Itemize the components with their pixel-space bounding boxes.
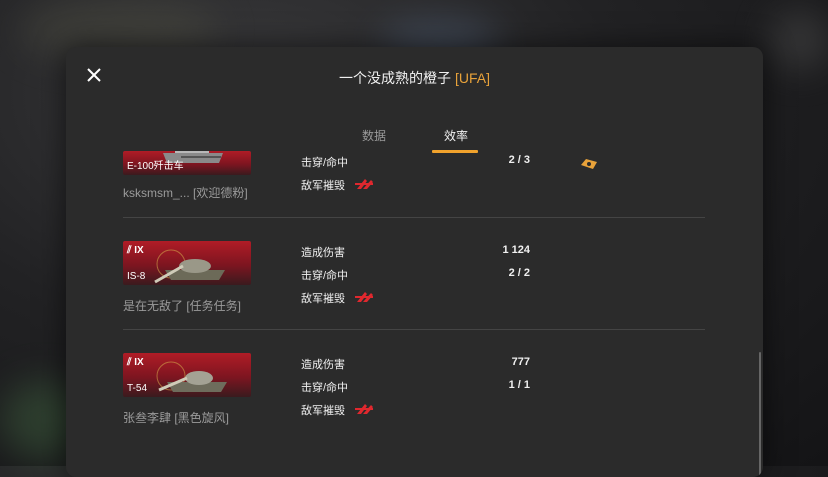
scrollbar[interactable]	[759, 352, 761, 477]
stat-value: 1 124	[502, 244, 530, 256]
tab-efficiency[interactable]: 效率	[444, 127, 468, 144]
stat-label: 击穿/命中	[301, 270, 349, 282]
clan-tag: [UFA]	[454, 70, 490, 86]
tank-image	[154, 249, 225, 284]
destroyed-icon	[355, 179, 373, 189]
battle-results-panel: 一个没成熟的橙子 [UFA] 数据 效率 E-100歼击车 ksksmsm_...…	[66, 47, 763, 477]
tank-card: ⫽ IX T-54	[123, 353, 251, 397]
medal-badge-icon	[581, 159, 597, 169]
stat-label: 敌军摧毁	[301, 405, 345, 417]
stat-value: 777	[511, 356, 530, 368]
background-blob	[770, 10, 828, 70]
stat-label: 击穿/命中	[301, 382, 349, 394]
tank-name: T-54	[127, 383, 148, 394]
list-item: E-100歼击车 ksksmsm_... [欢迎德粉] 击穿/命中 2 / 3 …	[123, 151, 705, 241]
tank-card: E-100歼击车	[123, 151, 251, 175]
results-list[interactable]: E-100歼击车 ksksmsm_... [欢迎德粉] 击穿/命中 2 / 3 …	[66, 151, 763, 477]
tank-tier: ⫽ IX	[127, 245, 144, 256]
tab-data[interactable]: 数据	[362, 127, 386, 144]
player-name: 张叁李肆 [黑色旋风]	[123, 411, 230, 425]
stat-value: 2 / 2	[508, 267, 530, 279]
tier-icon: ⫽	[127, 245, 132, 256]
tank-image	[156, 361, 227, 392]
stat-value: 2 / 3	[508, 154, 530, 166]
player-name: 一个没成熟的橙子	[338, 70, 451, 86]
player-name: ksksmsm_... [欢迎德粉]	[123, 186, 248, 200]
page-title: 一个没成熟的橙子 [UFA]	[66, 68, 763, 88]
tier-icon: ⫽	[127, 357, 132, 368]
tank-tier: ⫽ IX	[127, 357, 144, 368]
tank-card: ⫽ IX IS-8	[123, 241, 251, 285]
list-item: ⫽ IX T-54 张叁李肆 [黑色旋风] 造成伤害 777 击穿/命中 1 /…	[123, 353, 705, 465]
stat-label: 敌军摧毁	[301, 293, 345, 305]
stat-label: 造成伤害	[301, 247, 345, 259]
row-divider	[123, 329, 705, 330]
stat-label: 敌军摧毁	[301, 180, 345, 192]
list-item: ⫽ IX IS-8 是在无敌了 [任务任务] 造成伤害 1 124 击穿/命中 …	[123, 241, 705, 353]
tank-name: E-100歼击车	[127, 161, 184, 172]
destroyed-icon	[355, 404, 373, 414]
player-name: 是在无敌了 [任务任务]	[123, 299, 242, 313]
row-divider	[123, 217, 705, 218]
destroyed-icon	[355, 292, 373, 302]
stat-label: 造成伤害	[301, 359, 345, 371]
tank-name: IS-8	[127, 271, 146, 282]
stat-value: 1 / 1	[508, 379, 530, 391]
stat-label: 击穿/命中	[301, 157, 349, 169]
